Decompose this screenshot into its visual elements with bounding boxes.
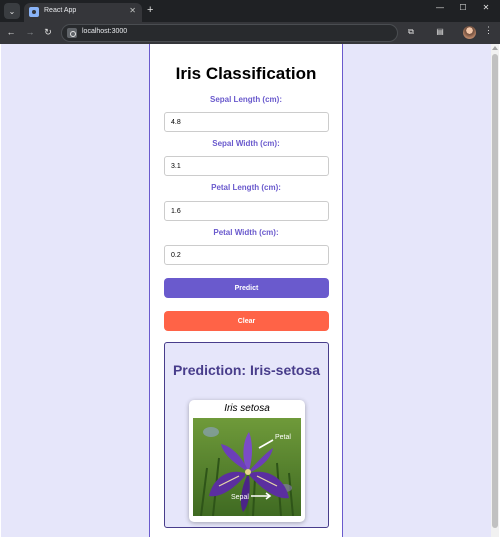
side-panel-icon[interactable]: ▤ — [434, 27, 446, 36]
browser-menu-icon[interactable]: ⋮ — [484, 25, 493, 36]
browser-tab[interactable]: React App ✕ — [24, 3, 142, 22]
window-close-button[interactable]: ✕ — [479, 3, 493, 12]
prediction-result: Prediction: Iris-setosa Iris setosa Peta… — [164, 342, 329, 528]
react-favicon-icon — [29, 7, 39, 17]
extensions-icon[interactable]: ⧉ — [405, 27, 417, 37]
petal-length-input[interactable] — [164, 201, 329, 221]
prediction-title: Prediction: Iris-setosa — [172, 362, 321, 378]
petal-length-label: Petal Length (cm): — [211, 183, 281, 192]
site-info-icon[interactable] — [67, 28, 77, 38]
petal-annotation: Petal — [275, 434, 291, 441]
sepal-length-label: Sepal Length (cm): — [209, 95, 282, 104]
url-text: localhost:3000 — [82, 28, 128, 35]
sepal-annotation: Sepal — [231, 494, 249, 501]
page-viewport: Iris Classification Sepal Length (cm): S… — [1, 44, 491, 537]
petal-width-label: Petal Width (cm): — [213, 228, 279, 237]
petal-width-input[interactable] — [164, 245, 329, 265]
browser-toolbar: ← → ↻ localhost:3000 ⧉ ▤ ⋮ — [0, 22, 500, 44]
sepal-width-input[interactable] — [164, 156, 329, 176]
new-tab-button[interactable]: + — [147, 3, 153, 17]
maximize-button[interactable]: ☐ — [456, 3, 470, 12]
page-title: Iris Classification — [175, 64, 317, 83]
page-scrollbar[interactable] — [491, 44, 499, 537]
sepal-width-label: Sepal Width (cm): — [212, 139, 280, 148]
forward-button[interactable]: → — [24, 26, 36, 38]
scroll-up-arrow-icon[interactable] — [492, 46, 498, 50]
profile-avatar[interactable] — [463, 26, 476, 39]
clear-button[interactable]: Clear — [164, 311, 329, 331]
tab-close-icon[interactable]: ✕ — [129, 6, 136, 15]
species-card: Iris setosa Petal Sepal — [189, 400, 305, 522]
species-name: Iris setosa — [224, 403, 270, 414]
reload-button[interactable]: ↻ — [42, 26, 54, 38]
iris-flower-image: Petal Sepal — [193, 418, 301, 516]
address-bar[interactable]: localhost:3000 — [61, 24, 398, 42]
form-card: Iris Classification Sepal Length (cm): S… — [149, 44, 343, 537]
sepal-length-input[interactable] — [164, 112, 329, 132]
minimize-button[interactable]: — — [433, 3, 447, 12]
tab-search-icon[interactable]: ⌄ — [4, 3, 20, 19]
back-button[interactable]: ← — [5, 26, 17, 38]
tab-title: React App — [44, 7, 77, 14]
scrollbar-thumb[interactable] — [492, 54, 498, 528]
predict-button[interactable]: Predict — [164, 278, 329, 298]
browser-titlebar: ⌄ React App ✕ + — ☐ ✕ — [0, 0, 500, 22]
